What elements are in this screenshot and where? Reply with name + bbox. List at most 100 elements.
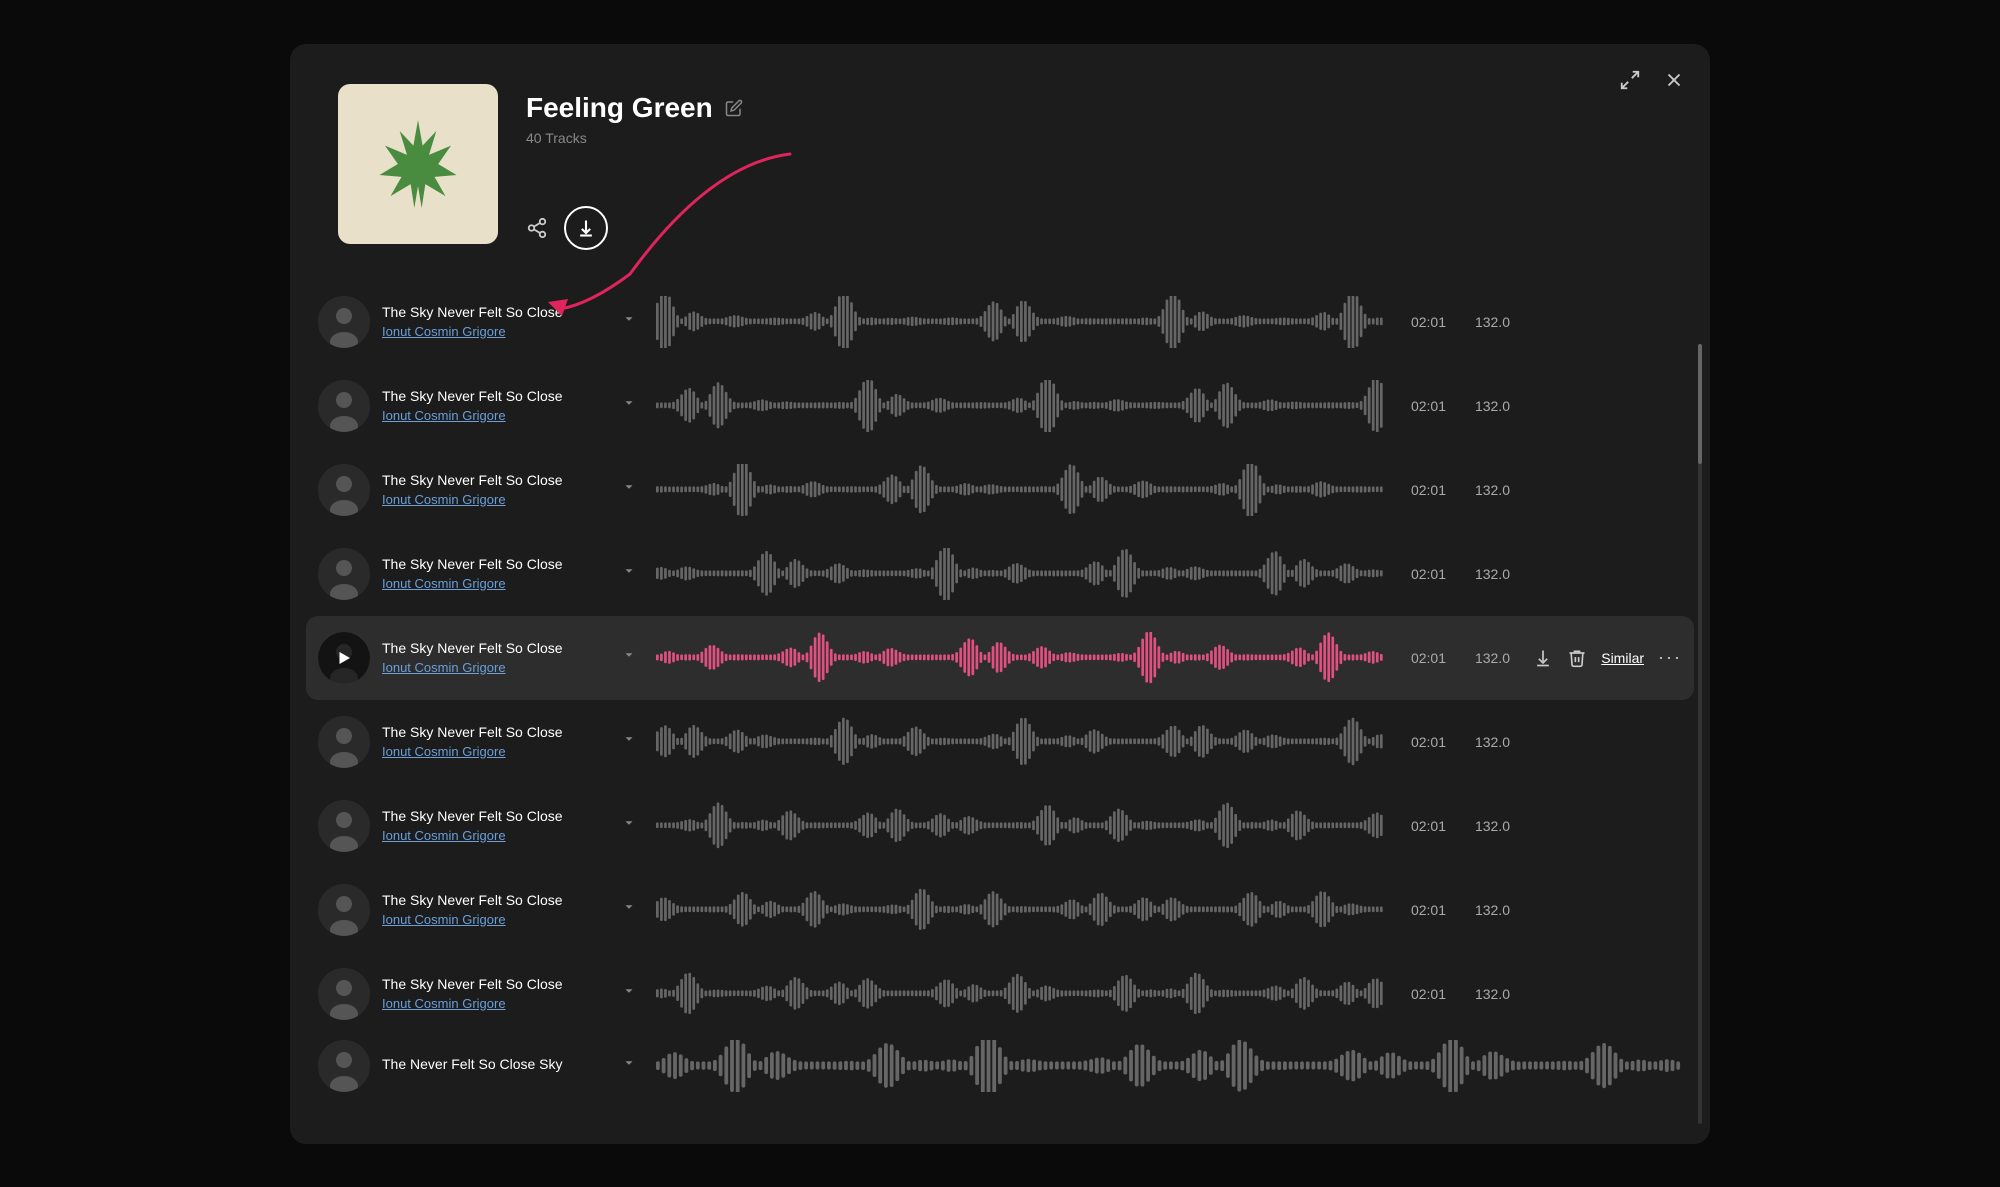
- track-duration: 02:01: [1396, 986, 1446, 1002]
- track-duration: 02:01: [1396, 734, 1446, 750]
- track-waveform: [656, 380, 1384, 432]
- track-waveform: [656, 296, 1384, 348]
- track-avatar: [318, 968, 370, 1020]
- track-more-button[interactable]: ···: [1658, 647, 1682, 668]
- track-version-dropdown[interactable]: [614, 392, 644, 419]
- track-artist[interactable]: Ionut Cosmin Grigore: [382, 576, 602, 591]
- track-bpm: 132.0: [1458, 986, 1510, 1002]
- scroll-indicator: [1698, 344, 1702, 1124]
- track-duration: 02:01: [1396, 902, 1446, 918]
- track-name: The Sky Never Felt So Close: [382, 304, 602, 320]
- track-meta: The Sky Never Felt So Close Ionut Cosmin…: [382, 724, 602, 759]
- track-version-dropdown[interactable]: [614, 308, 644, 335]
- track-avatar: [318, 632, 370, 684]
- modal-overlay: Feeling Green 40 Tracks: [0, 0, 2000, 1187]
- track-bpm: 132.0: [1458, 818, 1510, 834]
- track-delete-button[interactable]: [1567, 648, 1587, 668]
- track-avatar: [318, 716, 370, 768]
- track-waveform: [656, 464, 1384, 516]
- track-row[interactable]: The Sky Never Felt So Close Ionut Cosmin…: [306, 952, 1694, 1036]
- track-waveform: [656, 968, 1384, 1020]
- track-row[interactable]: The Sky Never Felt So Close Ionut Cosmin…: [306, 448, 1694, 532]
- track-row[interactable]: The Sky Never Felt So Close Ionut Cosmin…: [306, 364, 1694, 448]
- close-button[interactable]: [1658, 64, 1690, 96]
- edit-icon[interactable]: [725, 99, 743, 117]
- track-meta: The Sky Never Felt So Close Ionut Cosmin…: [382, 388, 602, 423]
- track-similar-button[interactable]: Similar: [1601, 650, 1644, 666]
- track-version-dropdown[interactable]: [614, 560, 644, 587]
- track-name: The Sky Never Felt So Close: [382, 640, 602, 656]
- track-row[interactable]: The Sky Never Felt So Close Ionut Cosmin…: [306, 532, 1694, 616]
- track-name-partial: The Never Felt So Close Sky: [382, 1056, 602, 1072]
- track-artist[interactable]: Ionut Cosmin Grigore: [382, 660, 602, 675]
- track-row-partial[interactable]: The Never Felt So Close Sky: [306, 1036, 1694, 1096]
- track-list[interactable]: The Sky Never Felt So Close Ionut Cosmin…: [290, 280, 1710, 1144]
- track-version-dropdown-partial[interactable]: [614, 1052, 644, 1079]
- track-duration: 02:01: [1396, 818, 1446, 834]
- track-duration: 02:01: [1396, 314, 1446, 330]
- track-meta: The Sky Never Felt So Close Ionut Cosmin…: [382, 892, 602, 927]
- track-bpm: 132.0: [1458, 650, 1510, 666]
- track-artist[interactable]: Ionut Cosmin Grigore: [382, 492, 602, 507]
- track-meta: The Sky Never Felt So Close Ionut Cosmin…: [382, 556, 602, 591]
- track-avatar: [318, 800, 370, 852]
- track-download-button[interactable]: [1533, 648, 1553, 668]
- track-version-dropdown[interactable]: [614, 644, 644, 671]
- track-bpm: 132.0: [1458, 314, 1510, 330]
- track-bpm: 132.0: [1458, 902, 1510, 918]
- album-title-row: Feeling Green: [526, 92, 1662, 124]
- track-version-dropdown[interactable]: [614, 980, 644, 1007]
- album-actions: [526, 206, 1662, 250]
- track-version-dropdown[interactable]: [614, 728, 644, 755]
- track-artist[interactable]: Ionut Cosmin Grigore: [382, 408, 602, 423]
- track-meta-partial: The Never Felt So Close Sky: [382, 1056, 602, 1076]
- track-bpm: 132.0: [1458, 566, 1510, 582]
- track-avatar: [318, 380, 370, 432]
- track-row[interactable]: The Sky Never Felt So Close Ionut Cosmin…: [306, 280, 1694, 364]
- track-artist[interactable]: Ionut Cosmin Grigore: [382, 744, 602, 759]
- track-name: The Sky Never Felt So Close: [382, 892, 602, 908]
- track-avatar-partial: [318, 1040, 370, 1092]
- track-waveform: [656, 716, 1384, 768]
- track-version-dropdown[interactable]: [614, 896, 644, 923]
- scroll-thumb: [1698, 344, 1702, 464]
- track-avatar: [318, 548, 370, 600]
- track-name: The Sky Never Felt So Close: [382, 388, 602, 404]
- track-meta: The Sky Never Felt So Close Ionut Cosmin…: [382, 304, 602, 339]
- track-name: The Sky Never Felt So Close: [382, 724, 602, 740]
- expand-button[interactable]: [1614, 64, 1646, 96]
- download-all-button[interactable]: [564, 206, 608, 250]
- track-version-dropdown[interactable]: [614, 812, 644, 839]
- album-title: Feeling Green: [526, 92, 713, 124]
- track-bpm: 132.0: [1458, 482, 1510, 498]
- track-artist[interactable]: Ionut Cosmin Grigore: [382, 324, 602, 339]
- album-art: [338, 84, 498, 244]
- track-row[interactable]: The Sky Never Felt So Close Ionut Cosmin…: [306, 868, 1694, 952]
- share-button[interactable]: [526, 217, 548, 239]
- track-row[interactable]: The Sky Never Felt So Close Ionut Cosmin…: [306, 616, 1694, 700]
- modal-header: Feeling Green 40 Tracks: [290, 44, 1710, 280]
- album-info: Feeling Green 40 Tracks: [526, 84, 1662, 250]
- track-name: The Sky Never Felt So Close: [382, 808, 602, 824]
- track-artist[interactable]: Ionut Cosmin Grigore: [382, 996, 602, 1011]
- track-artist[interactable]: Ionut Cosmin Grigore: [382, 828, 602, 843]
- track-avatar: [318, 884, 370, 936]
- track-artist[interactable]: Ionut Cosmin Grigore: [382, 912, 602, 927]
- track-waveform: [656, 632, 1384, 684]
- track-name: The Sky Never Felt So Close: [382, 976, 602, 992]
- track-meta: The Sky Never Felt So Close Ionut Cosmin…: [382, 472, 602, 507]
- track-waveform: [656, 548, 1384, 600]
- track-duration: 02:01: [1396, 650, 1446, 666]
- track-waveform-partial: [656, 1040, 1682, 1092]
- track-name: The Sky Never Felt So Close: [382, 472, 602, 488]
- track-avatar: [318, 464, 370, 516]
- track-avatar: [318, 296, 370, 348]
- track-row[interactable]: The Sky Never Felt So Close Ionut Cosmin…: [306, 700, 1694, 784]
- track-meta: The Sky Never Felt So Close Ionut Cosmin…: [382, 976, 602, 1011]
- track-bpm: 132.0: [1458, 734, 1510, 750]
- track-waveform: [656, 800, 1384, 852]
- track-row[interactable]: The Sky Never Felt So Close Ionut Cosmin…: [306, 784, 1694, 868]
- track-version-dropdown[interactable]: [614, 476, 644, 503]
- track-count: 40 Tracks: [526, 130, 1662, 146]
- track-row-actions: Similar ···: [1522, 647, 1682, 668]
